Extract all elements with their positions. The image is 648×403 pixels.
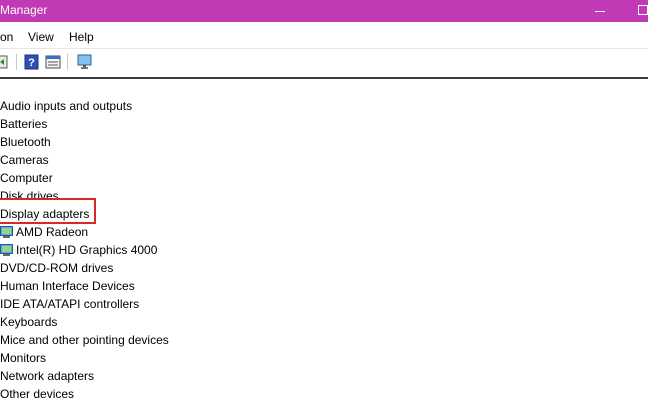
tree-item-label: Bluetooth	[0, 135, 51, 149]
maximize-button[interactable]	[636, 0, 648, 22]
tree-item-dvd[interactable]: DVD/CD-ROM drives	[0, 259, 113, 277]
toolbar-separator	[16, 54, 17, 70]
properties-icon[interactable]	[45, 54, 61, 70]
menu-view[interactable]: View	[28, 30, 54, 44]
tree-item-label: Monitors	[0, 351, 47, 365]
tree-item-label: Audio inputs and outputs	[0, 99, 133, 113]
tree-item-bluetooth[interactable]: Bluetooth	[0, 133, 51, 151]
tree-item-label: Computer	[0, 171, 53, 185]
back-icon[interactable]	[0, 54, 10, 70]
tree-border	[0, 77, 648, 79]
tree-item-batteries[interactable]: Batteries	[0, 115, 47, 133]
tree-item-label: DVD/CD-ROM drives	[0, 261, 114, 275]
tree-item-keyboards[interactable]: Keyboards	[0, 313, 57, 331]
minimize-button[interactable]	[594, 0, 608, 22]
tree-item-label: Batteries	[0, 117, 48, 131]
tree-item-label: Intel(R) HD Graphics 4000	[16, 243, 158, 257]
tree-item-audio[interactable]: Audio inputs and outputs	[0, 97, 132, 115]
window-title: Manager	[0, 3, 48, 17]
title-bar: Manager	[0, 0, 648, 22]
monitor-icon[interactable]	[76, 54, 92, 70]
tree-item-network[interactable]: Network adapters	[0, 367, 94, 385]
tree-item-monitors[interactable]: Monitors	[0, 349, 46, 367]
tree-item-label: Network adapters	[0, 369, 95, 383]
tree-item-label: Keyboards	[0, 315, 58, 329]
tree-item-computer[interactable]: Computer	[0, 169, 53, 187]
toolbar-separator	[67, 54, 68, 70]
help-icon[interactable]: ?	[24, 54, 40, 70]
tree-item-label: IDE ATA/ATAPI controllers	[0, 297, 140, 311]
tree-item-label: Cameras	[0, 153, 49, 167]
tree-item-label: Mice and other pointing devices	[0, 333, 169, 347]
tree-item-other[interactable]: Other devices	[0, 385, 74, 403]
tree-item-ide[interactable]: IDE ATA/ATAPI controllers	[0, 295, 139, 313]
tree-item-label: Other devices	[0, 387, 75, 401]
tree-item-mice[interactable]: Mice and other pointing devices	[0, 331, 169, 349]
menu-bar: on View Help	[0, 27, 648, 47]
tree-item-label: Human Interface Devices	[0, 279, 135, 293]
display-adapter-icon	[0, 226, 13, 244]
svg-text:?: ?	[28, 57, 35, 69]
menu-help[interactable]: Help	[69, 30, 94, 44]
menu-action[interactable]: on	[0, 30, 13, 44]
highlight-box	[0, 198, 96, 224]
tree-item-label: AMD Radeon	[16, 225, 89, 239]
tree-item-hid[interactable]: Human Interface Devices	[0, 277, 135, 295]
toolbar: ?	[0, 48, 648, 75]
tree-item-cameras[interactable]: Cameras	[0, 151, 49, 169]
